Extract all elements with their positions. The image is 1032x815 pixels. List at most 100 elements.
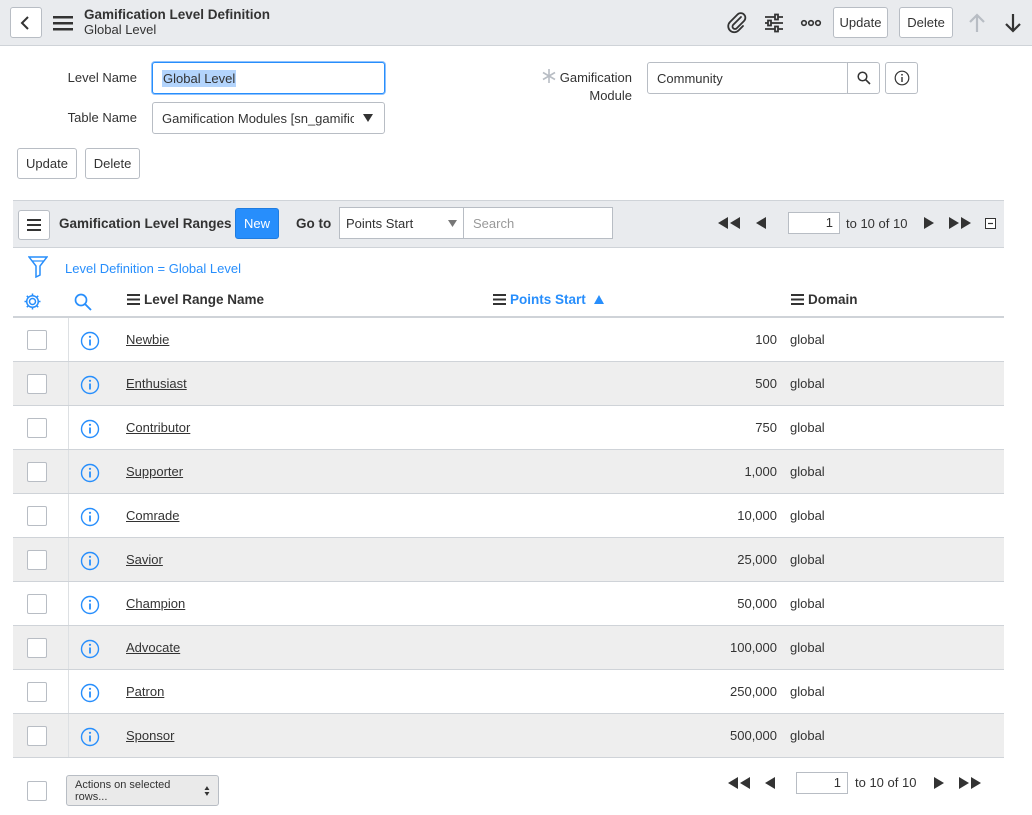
actions-label: Actions on selected rows... <box>75 778 171 803</box>
arrow-down-icon[interactable] <box>1001 11 1025 35</box>
actions-on-selected-rows-select[interactable]: Actions on selected rows... <box>66 775 219 806</box>
arrow-up-icon[interactable] <box>965 11 989 35</box>
table-row[interactable]: Contributor 750 global <box>13 406 1004 450</box>
row-checkbox[interactable] <box>27 374 47 394</box>
points-start-cell: 100 <box>755 332 777 347</box>
row-info-icon[interactable] <box>80 375 100 395</box>
row-checkbox[interactable] <box>27 682 47 702</box>
gamification-module-input[interactable]: Community <box>647 62 849 94</box>
new-button[interactable]: New <box>235 208 279 239</box>
domain-cell: global <box>790 376 825 391</box>
list-search-input[interactable]: Search <box>463 207 613 239</box>
paperclip-icon[interactable] <box>725 11 749 35</box>
table-row[interactable]: Enthusiast 500 global <box>13 362 1004 406</box>
form-delete-button[interactable]: Delete <box>85 148 140 179</box>
checkbox-cell <box>13 406 69 449</box>
level-range-name-link[interactable]: Sponsor <box>126 728 174 743</box>
row-checkbox[interactable] <box>27 506 47 526</box>
table-row[interactable]: Advocate 100,000 global <box>13 626 1004 670</box>
previous-page-icon[interactable] <box>755 216 767 230</box>
gamification-module-label: Gamification Module <box>540 69 632 105</box>
level-range-name-link[interactable]: Champion <box>126 596 185 611</box>
form-menu-icon[interactable] <box>52 12 74 34</box>
goto-field-select[interactable]: Points Start <box>339 207 464 239</box>
column-header-level-range-name[interactable]: Level Range Name <box>127 292 264 307</box>
row-checkbox[interactable] <box>27 330 47 350</box>
level-range-name-link[interactable]: Contributor <box>126 420 190 435</box>
hamburger-icon <box>27 219 41 231</box>
table-row[interactable]: Champion 50,000 global <box>13 582 1004 626</box>
column-menu-icon[interactable] <box>127 294 140 305</box>
footer-last-page-icon[interactable] <box>958 776 982 790</box>
header-delete-button[interactable]: Delete <box>899 7 953 38</box>
row-checkbox[interactable] <box>27 594 47 614</box>
lookup-button[interactable] <box>847 62 880 94</box>
table-row[interactable]: Sponsor 500,000 global <box>13 714 1004 758</box>
row-info-icon[interactable] <box>80 595 100 615</box>
more-options-icon[interactable] <box>799 11 823 35</box>
level-range-name-link[interactable]: Savior <box>126 552 163 567</box>
breadcrumb-condition[interactable]: Level Definition = Global Level <box>65 261 241 276</box>
row-checkbox[interactable] <box>27 462 47 482</box>
personalize-list-gear-icon[interactable] <box>23 292 42 314</box>
row-info-icon[interactable] <box>80 507 100 527</box>
table-row[interactable]: Supporter 1,000 global <box>13 450 1004 494</box>
select-all-checkbox[interactable] <box>27 781 47 801</box>
table-row[interactable]: Newbie 100 global <box>13 318 1004 362</box>
footer-page-number-input[interactable]: 1 <box>796 772 848 794</box>
row-info-icon[interactable] <box>80 331 100 351</box>
table-name-select[interactable]: Gamification Modules [sn_gamific… <box>152 102 385 134</box>
level-range-name-link[interactable]: Comrade <box>126 508 179 523</box>
back-button[interactable] <box>10 7 42 38</box>
list-menu-button[interactable] <box>18 210 50 240</box>
table-row[interactable]: Patron 250,000 global <box>13 670 1004 714</box>
row-info-icon[interactable] <box>80 551 100 571</box>
level-name-input[interactable]: Global Level <box>152 62 385 94</box>
row-info-icon[interactable] <box>80 639 100 659</box>
row-checkbox[interactable] <box>27 726 47 746</box>
last-page-icon[interactable] <box>948 216 972 230</box>
column-header-domain[interactable]: Domain <box>791 292 858 307</box>
level-range-name-link[interactable]: Advocate <box>126 640 180 655</box>
column-menu-icon[interactable] <box>493 294 506 305</box>
row-checkbox[interactable] <box>27 638 47 658</box>
settings-sliders-icon[interactable] <box>762 11 786 35</box>
row-info-icon[interactable] <box>80 683 100 703</box>
level-range-name-link[interactable]: Patron <box>126 684 164 699</box>
table-name-label: Table Name <box>67 110 137 125</box>
domain-cell: global <box>790 684 825 699</box>
column-label-domain: Domain <box>808 292 858 307</box>
level-range-name-link[interactable]: Enthusiast <box>126 376 187 391</box>
column-menu-icon[interactable] <box>791 294 804 305</box>
row-info-icon[interactable] <box>80 419 100 439</box>
checkbox-cell <box>13 450 69 493</box>
checkbox-cell <box>13 582 69 625</box>
table-row[interactable]: Savior 25,000 global <box>13 538 1004 582</box>
domain-cell: global <box>790 332 825 347</box>
row-info-icon[interactable] <box>80 463 100 483</box>
row-checkbox[interactable] <box>27 550 47 570</box>
header-update-button[interactable]: Update <box>833 7 888 38</box>
row-info-icon[interactable] <box>80 727 100 747</box>
module-info-button[interactable] <box>885 62 918 94</box>
level-name-value: Global Level <box>162 69 237 87</box>
form-title: Gamification Level Definition <box>84 7 271 22</box>
level-range-name-link[interactable]: Supporter <box>126 464 183 479</box>
footer-first-page-icon[interactable] <box>727 776 751 790</box>
filter-icon[interactable] <box>27 256 49 281</box>
collapse-list-icon[interactable] <box>985 218 996 229</box>
level-range-name-link[interactable]: Newbie <box>126 332 169 347</box>
footer-next-page-icon[interactable] <box>933 776 945 790</box>
column-label-points: Points Start <box>510 292 586 307</box>
table-row[interactable]: Comrade 10,000 global <box>13 494 1004 538</box>
page-number-input[interactable]: 1 <box>788 212 840 234</box>
row-checkbox[interactable] <box>27 418 47 438</box>
column-search-icon[interactable] <box>74 293 92 314</box>
first-page-icon[interactable] <box>717 216 741 230</box>
domain-cell: global <box>790 640 825 655</box>
points-start-cell: 750 <box>755 420 777 435</box>
form-update-button[interactable]: Update <box>17 148 77 179</box>
next-page-icon[interactable] <box>923 216 935 230</box>
column-header-points-start[interactable]: Points Start <box>493 292 604 307</box>
footer-previous-page-icon[interactable] <box>764 776 776 790</box>
